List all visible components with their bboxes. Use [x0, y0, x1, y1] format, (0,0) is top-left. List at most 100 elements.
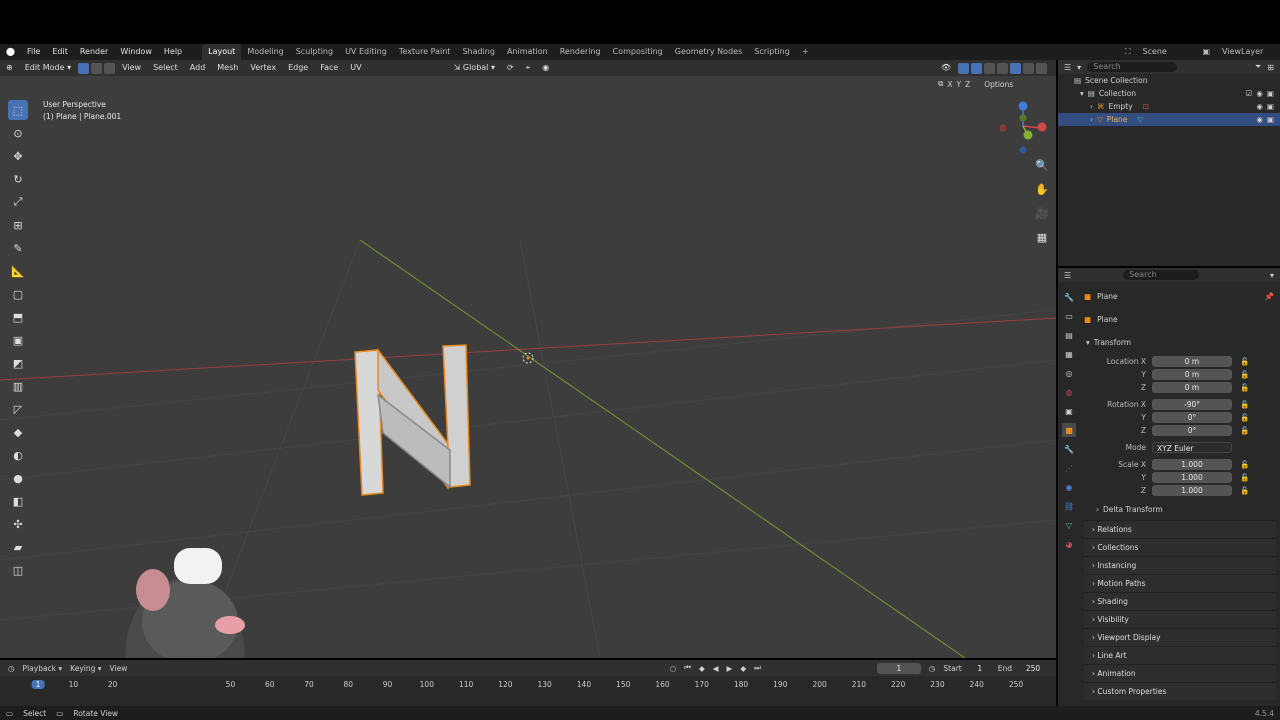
- knife-tool-icon[interactable]: ◸: [8, 399, 28, 419]
- panel-instancing[interactable]: › Instancing: [1084, 556, 1276, 574]
- menu-view[interactable]: View: [116, 60, 147, 76]
- panel-line-art[interactable]: › Line Art: [1084, 646, 1276, 664]
- menu-edit[interactable]: Edit: [46, 44, 74, 60]
- mirror-y-toggle[interactable]: Y: [957, 80, 962, 89]
- expand-arrow-icon[interactable]: ›: [1090, 113, 1093, 126]
- mirror-x-toggle[interactable]: X: [947, 80, 952, 89]
- inset-tool-icon[interactable]: ▣: [8, 330, 28, 350]
- proportional-edit-icon[interactable]: ◉: [536, 60, 555, 76]
- lock-icon[interactable]: 🔓: [1240, 426, 1249, 435]
- workspace-tab-scripting[interactable]: Scripting: [748, 44, 796, 60]
- rotation-mode-dropdown[interactable]: XYZ Euler: [1152, 442, 1232, 453]
- outliner-row-empty[interactable]: › ⌘ Empty ⊡ ◉ ▣: [1058, 100, 1280, 113]
- scale-tool-icon[interactable]: ⤢: [8, 192, 28, 212]
- menu-add[interactable]: Add: [184, 60, 212, 76]
- rotation-y-field[interactable]: 0°: [1152, 412, 1232, 423]
- scene-name[interactable]: Scene: [1136, 44, 1196, 60]
- jump-end-icon[interactable]: ⏭: [754, 663, 761, 673]
- location-y-field[interactable]: 0 m: [1152, 369, 1232, 380]
- transform-panel-header[interactable]: ▾ Transform: [1080, 336, 1280, 349]
- panel-viewport-display[interactable]: › Viewport Display: [1084, 628, 1276, 646]
- lock-icon[interactable]: 🔓: [1240, 383, 1249, 392]
- workspace-tab-animation[interactable]: Animation: [501, 44, 554, 60]
- panel-motion-paths[interactable]: › Motion Paths: [1084, 574, 1276, 592]
- auto-key-icon[interactable]: ○: [670, 664, 677, 673]
- workspace-tab-texture-paint[interactable]: Texture Paint: [393, 44, 457, 60]
- outliner-search[interactable]: Search: [1087, 62, 1178, 72]
- 3d-viewport[interactable]: [0, 60, 1056, 658]
- menu-window[interactable]: Window: [114, 44, 158, 60]
- render-tab-icon[interactable]: ▭: [1062, 309, 1076, 323]
- rotation-x-field[interactable]: -90°: [1152, 399, 1232, 410]
- location-x-field[interactable]: 0 m: [1152, 356, 1232, 367]
- outliner-row-plane[interactable]: › ▽ Plane ▽ ◉ ▣: [1058, 113, 1280, 126]
- workspace-tab-compositing[interactable]: Compositing: [607, 44, 669, 60]
- bevel-tool-icon[interactable]: ◩: [8, 353, 28, 373]
- rotation-z-field[interactable]: 0°: [1152, 425, 1232, 436]
- lock-icon[interactable]: 🔓: [1240, 400, 1249, 409]
- rip-tool-icon[interactable]: ◫: [8, 560, 28, 580]
- object-data-name[interactable]: Plane: [1097, 315, 1118, 324]
- material-shading-icon[interactable]: [1023, 62, 1034, 74]
- scale-z-field[interactable]: 1.000: [1152, 485, 1232, 496]
- pin-icon[interactable]: 📌: [1265, 292, 1274, 301]
- menu-file[interactable]: File: [21, 44, 46, 60]
- tool-tab-icon[interactable]: 🔧: [1062, 290, 1076, 304]
- start-frame-field[interactable]: 1: [970, 663, 990, 674]
- edge-slide-tool-icon[interactable]: ◧: [8, 491, 28, 511]
- select-box-icon[interactable]: ⬚: [8, 100, 28, 120]
- camera-view-icon[interactable]: 🎥: [1032, 203, 1052, 223]
- output-tab-icon[interactable]: ▤: [1062, 328, 1076, 342]
- mode-dropdown[interactable]: Edit Mode ▾: [19, 60, 77, 76]
- transform-tool-icon[interactable]: ⊞: [8, 215, 28, 235]
- panel-collections[interactable]: › Collections: [1084, 538, 1276, 556]
- checkbox-icon[interactable]: ☑: [1246, 87, 1253, 100]
- properties-search[interactable]: Search: [1123, 270, 1200, 280]
- delta-transform-header[interactable]: › Delta Transform: [1080, 503, 1280, 516]
- playback-menu[interactable]: Playback ▾: [23, 664, 63, 673]
- visibility-icon[interactable]: 👁: [935, 60, 957, 76]
- particles-tab-icon[interactable]: ⋰: [1062, 461, 1076, 475]
- view-layer-tab-icon[interactable]: ▦: [1062, 347, 1076, 361]
- view-menu[interactable]: View: [110, 664, 128, 673]
- overlays-toggle-icon[interactable]: [971, 62, 982, 74]
- lock-icon[interactable]: 🔓: [1240, 357, 1249, 366]
- pivot-icon[interactable]: ⟳: [501, 60, 520, 76]
- play-icon[interactable]: ▶: [727, 664, 733, 673]
- edge-select-icon[interactable]: [91, 62, 103, 74]
- current-frame-field[interactable]: 1: [876, 662, 921, 674]
- lock-icon[interactable]: 🔓: [1240, 370, 1249, 379]
- shear-tool-icon[interactable]: ▰: [8, 537, 28, 557]
- zoom-icon[interactable]: 🔍: [1032, 155, 1052, 175]
- new-collection-icon[interactable]: ⊞: [1267, 63, 1274, 72]
- workspace-tab-layout[interactable]: Layout: [202, 44, 242, 60]
- filter-icon[interactable]: ⏷: [1255, 62, 1261, 72]
- wireframe-shading-icon[interactable]: [997, 62, 1008, 74]
- expand-arrow-icon[interactable]: ›: [1090, 100, 1093, 113]
- panel-custom-properties[interactable]: › Custom Properties: [1084, 682, 1276, 700]
- dropdown-icon[interactable]: ▾: [1270, 271, 1274, 280]
- move-tool-icon[interactable]: ✥: [8, 146, 28, 166]
- lock-icon[interactable]: 🔓: [1240, 460, 1249, 469]
- eye-icon[interactable]: ◉: [1256, 87, 1263, 100]
- orientation-dropdown[interactable]: ⇲ Global ▾: [448, 60, 501, 76]
- menu-select[interactable]: Select: [147, 60, 184, 76]
- spin-tool-icon[interactable]: ◐: [8, 445, 28, 465]
- menu-uv[interactable]: UV: [344, 60, 367, 76]
- options-button[interactable]: Options: [984, 80, 1013, 89]
- lock-icon[interactable]: 🔓: [1240, 473, 1249, 482]
- properties-editor-icon[interactable]: ☰: [1064, 271, 1071, 280]
- gizmo-toggle-icon[interactable]: [958, 62, 969, 74]
- outliner-row-scene-collection[interactable]: ▤ Scene Collection: [1058, 74, 1280, 87]
- pan-hand-icon[interactable]: ✋: [1032, 179, 1052, 199]
- add-cube-tool-icon[interactable]: ▢: [8, 284, 28, 304]
- keying-menu[interactable]: Keying ▾: [70, 664, 101, 673]
- rendered-shading-icon[interactable]: [1036, 62, 1047, 74]
- shrink-fatten-tool-icon[interactable]: ✣: [8, 514, 28, 534]
- menu-vertex[interactable]: Vertex: [244, 60, 282, 76]
- vertex-select-icon[interactable]: [78, 62, 90, 74]
- snap-icon[interactable]: ⌖: [520, 60, 537, 76]
- letter-n-mesh[interactable]: [354, 344, 471, 496]
- cursor-tool-icon[interactable]: ⊙: [8, 123, 28, 143]
- eye-icon[interactable]: ◉: [1256, 100, 1263, 113]
